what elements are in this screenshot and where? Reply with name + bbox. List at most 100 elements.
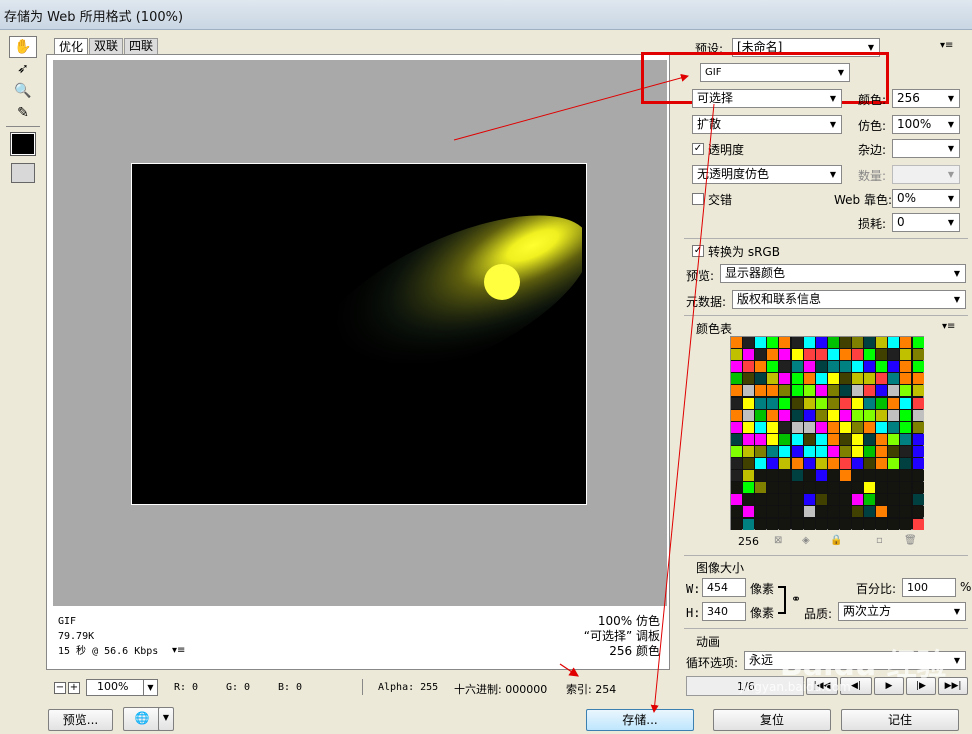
color-swatch[interactable]	[815, 409, 827, 421]
color-swatch[interactable]	[864, 482, 876, 494]
color-swatch[interactable]	[852, 349, 864, 361]
color-swatch[interactable]	[779, 409, 791, 421]
dither-select[interactable]: 100% ▼	[892, 115, 960, 134]
color-swatch[interactable]	[743, 482, 755, 494]
color-swatch[interactable]	[876, 445, 888, 457]
color-swatch[interactable]	[839, 385, 851, 397]
color-swatch[interactable]	[852, 409, 864, 421]
color-swatch[interactable]	[888, 385, 900, 397]
color-swatch[interactable]	[852, 482, 864, 494]
color-swatch[interactable]	[743, 349, 755, 361]
color-swatch[interactable]	[900, 337, 912, 349]
color-swatch[interactable]	[755, 445, 767, 457]
width-input[interactable]: 454	[702, 578, 746, 597]
color-swatch[interactable]	[743, 337, 755, 349]
color-swatch[interactable]	[743, 458, 755, 470]
color-swatch[interactable]	[912, 361, 924, 373]
color-swatch[interactable]	[791, 458, 803, 470]
color-swatch[interactable]	[767, 470, 779, 482]
color-swatch[interactable]	[852, 373, 864, 385]
color-swatch[interactable]	[731, 458, 743, 470]
color-swatch[interactable]	[755, 433, 767, 445]
color-swatch[interactable]	[876, 421, 888, 433]
color-swatch[interactable]	[864, 361, 876, 373]
trash-icon[interactable]: 🗑	[904, 535, 917, 546]
color-swatch[interactable]	[731, 385, 743, 397]
color-swatch[interactable]	[839, 361, 851, 373]
color-swatch[interactable]	[876, 373, 888, 385]
color-swatch[interactable]	[779, 433, 791, 445]
color-swatch[interactable]	[815, 433, 827, 445]
color-reduction-select[interactable]: 可选择 ▼	[692, 89, 842, 108]
color-swatch[interactable]	[827, 482, 839, 494]
color-swatch[interactable]	[779, 470, 791, 482]
color-swatch[interactable]	[888, 470, 900, 482]
color-swatch[interactable]	[876, 482, 888, 494]
color-swatch[interactable]	[791, 445, 803, 457]
percent-input[interactable]: 100	[902, 578, 956, 597]
color-swatch[interactable]	[779, 482, 791, 494]
color-swatch[interactable]	[779, 445, 791, 457]
color-swatch[interactable]	[815, 349, 827, 361]
color-swatch[interactable]	[839, 445, 851, 457]
map-color-icon[interactable]: ⊠	[774, 535, 782, 546]
color-swatch[interactable]	[900, 518, 912, 530]
color-swatch[interactable]	[827, 518, 839, 530]
color-swatch[interactable]	[900, 385, 912, 397]
color-swatch[interactable]	[912, 433, 924, 445]
colors-select[interactable]: 256 ▼	[892, 89, 960, 108]
color-swatch[interactable]	[779, 494, 791, 506]
color-swatch[interactable]	[779, 506, 791, 518]
color-swatch[interactable]	[912, 470, 924, 482]
color-swatch[interactable]	[888, 397, 900, 409]
color-swatch[interactable]	[731, 337, 743, 349]
color-swatch[interactable]	[779, 373, 791, 385]
color-swatch[interactable]	[827, 337, 839, 349]
quality-select[interactable]: 两次立方 ▼	[838, 602, 966, 621]
color-swatch[interactable]	[900, 397, 912, 409]
color-swatch[interactable]	[839, 433, 851, 445]
color-swatch[interactable]	[876, 385, 888, 397]
slice-select-icon[interactable]: ➶	[9, 58, 37, 80]
color-swatch[interactable]	[876, 494, 888, 506]
color-swatch[interactable]	[743, 361, 755, 373]
browser-icon[interactable]: 🌐	[123, 707, 161, 731]
color-swatch[interactable]	[803, 518, 815, 530]
color-swatch[interactable]	[803, 433, 815, 445]
color-swatch[interactable]	[731, 482, 743, 494]
color-swatch[interactable]	[803, 385, 815, 397]
color-swatch[interactable]	[743, 506, 755, 518]
lock-icon[interactable]: 🔒	[830, 535, 842, 546]
color-swatch[interactable]	[755, 482, 767, 494]
color-swatch[interactable]	[852, 494, 864, 506]
color-swatch[interactable]	[864, 385, 876, 397]
color-swatch[interactable]	[815, 470, 827, 482]
color-swatch[interactable]	[731, 373, 743, 385]
color-swatch[interactable]	[755, 361, 767, 373]
color-swatch[interactable]	[743, 373, 755, 385]
color-swatch[interactable]	[791, 349, 803, 361]
color-swatch[interactable]	[767, 409, 779, 421]
color-swatch[interactable]	[755, 349, 767, 361]
color-swatch[interactable]	[827, 361, 839, 373]
color-swatch[interactable]	[852, 470, 864, 482]
color-swatch[interactable]	[900, 373, 912, 385]
color-swatch[interactable]	[743, 494, 755, 506]
color-swatch[interactable]	[852, 337, 864, 349]
color-swatch[interactable]	[767, 445, 779, 457]
color-swatch[interactable]	[827, 458, 839, 470]
color-swatch[interactable]	[767, 494, 779, 506]
remember-button[interactable]: 记住	[841, 709, 959, 731]
color-swatch[interactable]	[912, 337, 924, 349]
color-swatch[interactable]	[827, 494, 839, 506]
color-swatch[interactable]	[731, 409, 743, 421]
color-swatch[interactable]	[755, 421, 767, 433]
color-swatch[interactable]	[900, 506, 912, 518]
color-swatch[interactable]	[743, 409, 755, 421]
color-swatch[interactable]	[864, 433, 876, 445]
color-swatch[interactable]	[876, 409, 888, 421]
color-swatch[interactable]	[779, 349, 791, 361]
color-swatch[interactable]	[731, 421, 743, 433]
color-swatch[interactable]	[827, 409, 839, 421]
color-swatch[interactable]	[864, 421, 876, 433]
